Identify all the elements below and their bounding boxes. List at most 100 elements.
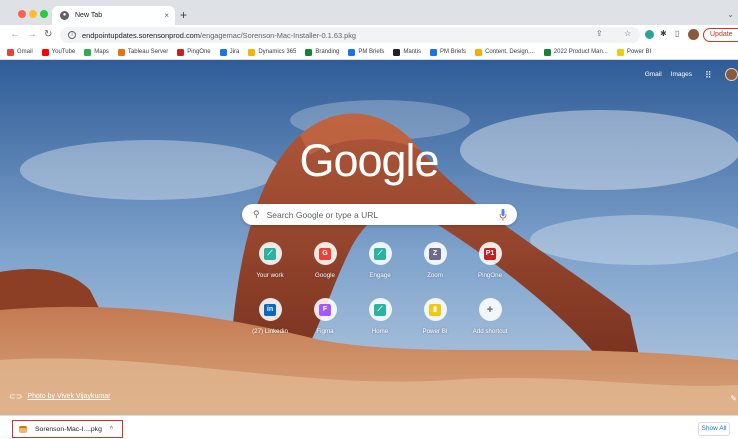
shortcut-icon-circle: ▮ [423,298,447,321]
bookmark-item[interactable]: YouTube [41,48,75,56]
shortcut-favicon-icon: ⟋ [374,303,386,316]
toolbar: ← → ↻ i endpointupdates.sorensonprod.com… [0,25,738,45]
account-avatar[interactable] [725,68,738,81]
bookmark-item[interactable]: Jira [219,48,239,56]
download-options-chevron-icon[interactable]: ^ [110,426,113,433]
show-all-button[interactable]: Show All [698,422,730,436]
bookmark-favicon-icon [84,48,92,56]
bookmark-item[interactable]: Tableau Server [117,48,169,56]
grammarly-extension-icon[interactable] [645,30,654,39]
tab-new-tab[interactable]: ● New Tab × [52,6,175,25]
shortcut-tile[interactable]: ▮ Power BI [405,298,465,335]
bookmark-label: Mantis [403,49,422,55]
tab-title: New Tab [75,12,103,19]
shortcut-tile[interactable]: G Google [295,242,355,279]
shortcut-favicon-icon: P1 [484,247,496,260]
photo-credit[interactable]: ⊂⊃ Photo by Vivek Vijaykumar [9,392,110,401]
bookmarks-bar: Gmail YouTube Maps Tableau Server PingOne Jir… [0,45,738,60]
minimize-window-button[interactable] [29,10,37,18]
shortcut-tile[interactable]: F Figma [295,298,355,335]
bookmark-favicon-icon [616,48,624,56]
shortcut-tile[interactable]: ⟋ Home [350,298,410,335]
bookmark-item[interactable]: Dynamics 365 [248,48,297,56]
shortcut-label: Home [371,328,389,335]
shortcut-label: PingOne [477,272,503,279]
shortcut-tile[interactable]: P1 PingOne [460,242,520,279]
shortcut-label: Zoom [427,272,443,279]
shortcut-tile[interactable]: ⟋ Your work [240,242,300,279]
background-photo [0,60,738,415]
apps-grid-icon[interactable]: ⠿ [705,71,714,80]
bookmark-favicon-icon [475,48,483,56]
bookmark-favicon-icon [543,48,551,56]
bookmark-item[interactable]: Gmail [7,48,33,56]
bookmark-item[interactable]: Content, Design,... [475,48,535,56]
microphone-icon[interactable] [499,208,507,221]
shortcut-icon-circle: G [313,242,337,265]
shortcut-tile[interactable]: in (27) Linkedin [240,298,300,335]
shortcut-icon-circle: ⟋ [258,242,282,265]
download-filename: Sorenson-Mac-I....pkg [35,425,102,433]
customize-pencil-icon[interactable]: ✎ [730,394,737,403]
bookmark-item[interactable]: PM Briefs [348,48,385,56]
shortcut-favicon-icon: G [319,247,331,260]
side-panel-icon[interactable]: ▯ [675,29,679,39]
forward-button[interactable]: → [27,29,37,41]
shortcut-favicon-icon: ▮ [429,303,441,316]
images-link[interactable]: Images [671,71,692,78]
share-icon[interactable]: ⇪ [596,29,603,39]
bookmark-item[interactable]: PingOne [177,48,211,56]
search-box[interactable]: ⚲ Search Google or type a URL [242,204,517,225]
bookmark-favicon-icon [248,48,256,56]
bookmark-star-icon[interactable]: ☆ [624,29,631,39]
zoom-window-button[interactable] [40,10,48,18]
extensions-puzzle-icon[interactable]: ✱ [660,29,667,39]
shortcut-icon-circle: in [258,298,282,321]
bookmark-favicon-icon [177,48,185,56]
package-icon [19,425,27,433]
back-button[interactable]: ← [10,29,20,41]
bookmark-favicon-icon [348,48,356,56]
shortcut-icon-circle: ⟋ [368,298,392,321]
bookmark-label: PM Briefs [358,49,385,55]
shortcut-label: Power BI [422,328,448,335]
bookmark-item[interactable]: PM Briefs [430,48,466,56]
bookmark-label: Dynamics 365 [258,49,297,55]
bookmark-item[interactable]: 2022 Product Man... [543,48,608,56]
bookmark-item[interactable]: Power BI [616,48,652,56]
shortcut-tile[interactable]: + Add shortcut [460,298,520,335]
shortcut-icon-circle: Z [423,242,447,265]
reload-button[interactable]: ↻ [44,29,52,41]
photo-credit-link[interactable]: Photo by Vivek Vijaykumar [27,393,110,400]
update-button[interactable]: Update [703,28,738,42]
bookmark-label: 2022 Product Man... [553,49,608,55]
search-placeholder: Search Google or type a URL [266,209,379,220]
tab-search-chevron-icon[interactable]: ⌄ [727,10,734,19]
shortcut-tile[interactable]: Z Zoom [405,242,465,279]
bookmark-item[interactable]: Maps [84,48,109,56]
site-info-icon[interactable]: i [68,31,76,39]
bookmark-label: Maps [94,49,109,55]
shortcut-icon-circle: ⟋ [368,242,392,265]
shortcut-favicon-icon: in [264,303,276,316]
gmail-link[interactable]: Gmail [645,71,662,78]
shortcut-tile[interactable]: ⟋ Engage [350,242,410,279]
address-bar[interactable]: i endpointupdates.sorensonprod.com/engag… [60,27,640,43]
close-window-button[interactable] [18,10,26,18]
profile-avatar[interactable] [688,29,699,40]
bookmark-item[interactable]: Branding [305,48,339,56]
bookmark-label: Tableau Server [127,49,169,55]
google-logo: Google [299,135,439,186]
shortcut-favicon-icon: + [486,303,494,316]
bookmark-label: Power BI [626,49,652,55]
search-icon: ⚲ [253,209,260,219]
bookmark-item[interactable]: Mantis [393,48,422,56]
bookmark-favicon-icon [41,48,49,56]
shortcut-icon-circle: F [313,298,337,321]
download-item[interactable]: Sorenson-Mac-I....pkg ^ [12,420,123,438]
shortcut-favicon-icon: ⟋ [374,247,386,260]
chrome-icon: ● [60,11,69,20]
new-tab-button[interactable]: + [180,9,187,21]
download-shelf: Sorenson-Mac-I....pkg ^ Show All [0,415,738,439]
close-tab-icon[interactable]: × [164,11,169,20]
